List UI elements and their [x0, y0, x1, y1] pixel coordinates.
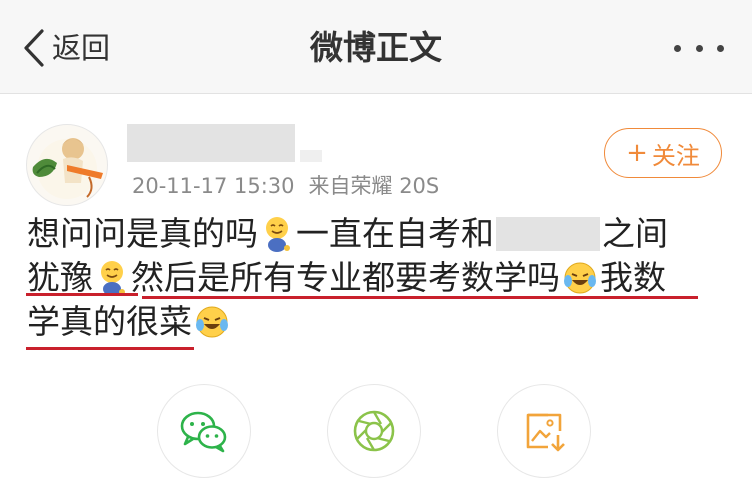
username-redacted	[127, 124, 295, 162]
moments-icon	[353, 410, 395, 452]
nav-bar: 返回 微博正文	[0, 0, 752, 94]
share-moments-button[interactable]	[327, 384, 421, 478]
laughing-tears-emoji-icon	[196, 306, 228, 338]
annotation-underline	[26, 347, 194, 350]
page-title: 微博正文	[310, 28, 442, 67]
follow-label: 关注	[651, 141, 700, 170]
follow-button[interactable]: + 关注	[604, 128, 722, 178]
wechat-icon	[180, 411, 227, 453]
username-redacted-tail	[300, 150, 322, 162]
annotation-underline	[26, 293, 138, 296]
avatar[interactable]	[26, 124, 108, 206]
save-image-icon	[526, 413, 565, 452]
post-text: 一直在自考和	[296, 214, 494, 253]
post-text: 我数	[600, 258, 666, 297]
save-image-button[interactable]	[497, 384, 591, 478]
post-meta: 20-11-17 15:30 来自荣耀 20S	[132, 170, 439, 202]
post-source: 来自荣耀 20S	[308, 174, 440, 198]
post-text: 之间	[602, 214, 668, 253]
post-line: 学真的很菜	[27, 300, 727, 344]
smiling-emoji-icon	[266, 217, 290, 252]
post-line: 想问问是真的吗 一直在自考和 之间	[27, 212, 727, 256]
more-dots-icon[interactable]	[674, 36, 724, 60]
smiling-emoji-icon	[101, 261, 125, 296]
redacted-text	[496, 217, 600, 251]
annotation-underline	[142, 296, 698, 299]
plus-icon: +	[626, 138, 648, 168]
laughing-tears-emoji-icon	[564, 262, 596, 294]
post-timestamp: 20-11-17 15:30	[132, 174, 295, 198]
post-text: 学真的很菜	[27, 302, 192, 341]
post-body: 想问问是真的吗 一直在自考和 之间 犹豫 然后是所有专业都要考数学吗 我数 学真…	[27, 212, 727, 344]
post-text: 想问问是真的吗	[27, 214, 258, 253]
post-text: 然后是所有专业都要考数学吗	[131, 258, 560, 297]
share-wechat-button[interactable]	[157, 384, 251, 478]
